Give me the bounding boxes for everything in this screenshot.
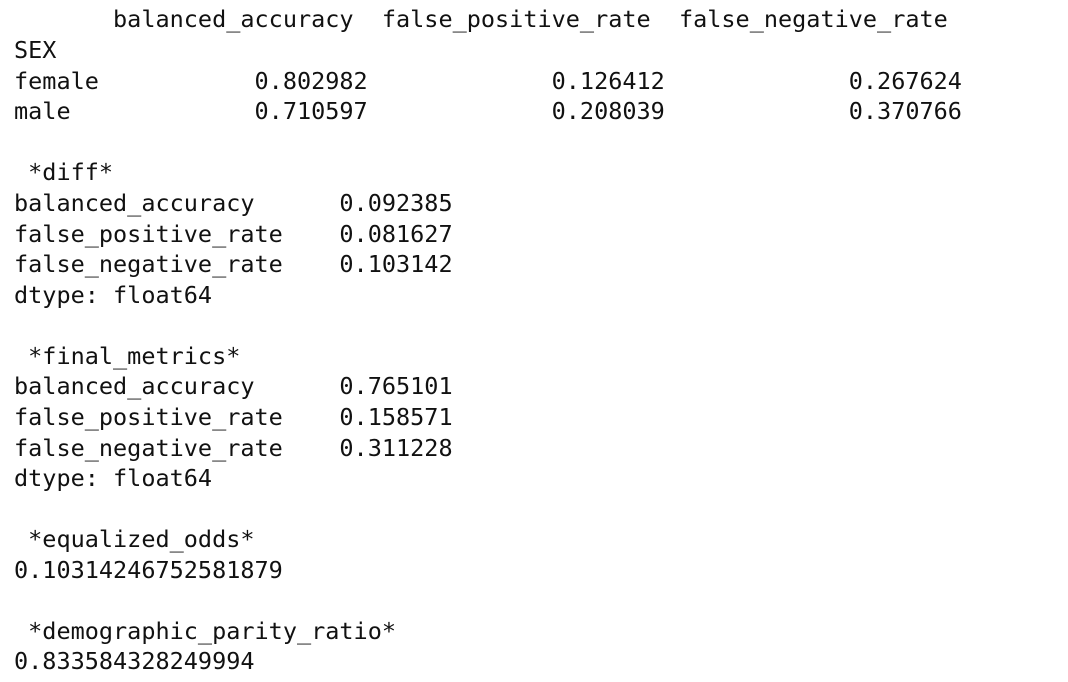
table-header: balanced_accuracy false_positive_rate fa… — [14, 5, 948, 33]
final-metrics-row: false_positive_rate 0.158571 — [14, 403, 453, 431]
demographic-parity-ratio-title: *demographic_parity_ratio* — [14, 617, 397, 645]
table-row: male 0.710597 0.208039 0.370766 — [14, 97, 962, 125]
diff-row: balanced_accuracy 0.092385 — [14, 189, 453, 217]
diff-row: false_positive_rate 0.081627 — [14, 220, 453, 248]
diff-row: false_negative_rate 0.103142 — [14, 250, 453, 278]
final-metrics-title: *final_metrics* — [14, 342, 241, 370]
diff-title: *diff* — [14, 158, 114, 186]
final-metrics-row: false_negative_rate 0.311228 — [14, 434, 453, 462]
final-metrics-row: balanced_accuracy 0.765101 — [14, 372, 453, 400]
equalized-odds-value: 0.10314246752581879 — [14, 556, 283, 584]
diff-dtype: dtype: float64 — [14, 281, 213, 309]
demographic-parity-ratio-value: 0.833584328249994 — [14, 647, 255, 675]
equalized-odds-title: *equalized_odds* — [14, 525, 255, 553]
table-index-name: SEX — [14, 36, 57, 64]
final-metrics-dtype: dtype: float64 — [14, 464, 213, 492]
text-output: balanced_accuracy false_positive_rate fa… — [0, 0, 1068, 682]
table-row: female 0.802982 0.126412 0.267624 — [14, 67, 962, 95]
